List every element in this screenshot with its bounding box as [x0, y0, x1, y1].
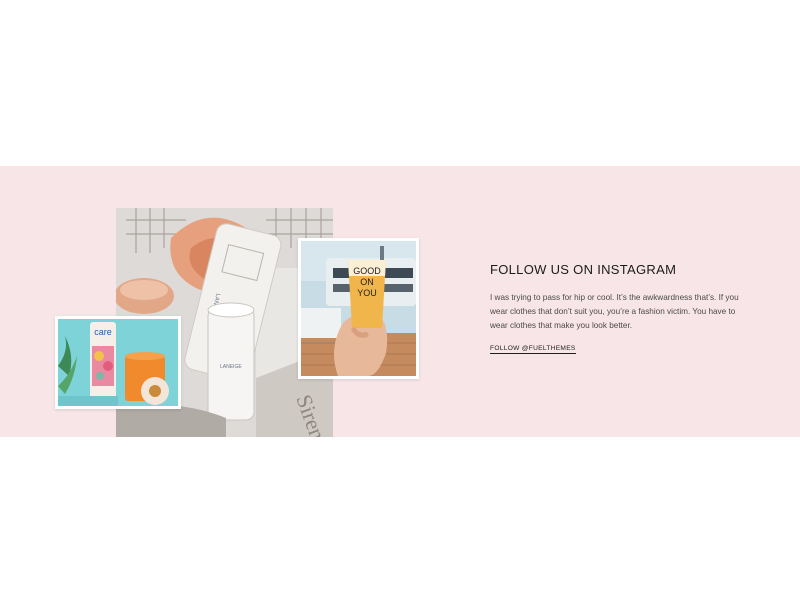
cup-text-you: YOU — [357, 288, 377, 298]
care-photo-art: care — [58, 319, 178, 406]
instagram-photo-cup[interactable]: GOOD ON YOU — [298, 238, 419, 379]
brand-label: LANEIGE — [220, 364, 242, 370]
tube-label: care — [94, 327, 112, 337]
instagram-description: I was trying to pass for hip or cool. It… — [490, 293, 739, 330]
cup-photo-art: GOOD ON YOU — [301, 241, 416, 376]
follow-instagram-link[interactable]: FOLLOW @FUELTHEMES — [490, 345, 576, 354]
instagram-heading: FOLLOW US ON INSTAGRAM — [490, 262, 677, 277]
instagram-photo-care[interactable]: care — [55, 316, 181, 409]
page: Siren LANEIGE LANEIGE — [0, 0, 800, 600]
cup-text-on: ON — [360, 277, 374, 287]
cup-text-good: GOOD — [353, 266, 381, 276]
